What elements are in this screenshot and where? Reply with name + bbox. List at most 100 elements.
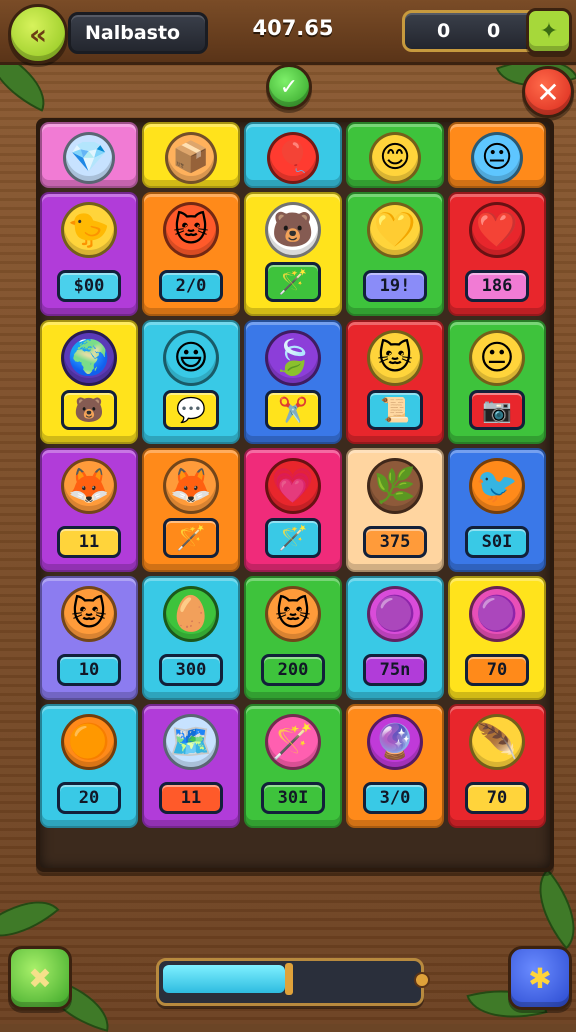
counter-right: 0: [487, 20, 501, 42]
leaf-badge-icon: ✓: [279, 74, 299, 100]
star-person-icon: ✱: [528, 961, 552, 995]
player-name: Nalbasto: [85, 22, 181, 44]
cowboy-cat-icon: 🐱: [163, 202, 219, 258]
board-tile[interactable]: 🦊 🪄: [142, 448, 240, 572]
board-tile[interactable]: 🎈: [244, 122, 342, 188]
progress-marker: [285, 963, 293, 995]
purple-ring-icon: 🟣: [367, 586, 423, 642]
close-button[interactable]: ✕: [522, 66, 574, 118]
board-tile[interactable]: 🐻 🪄: [244, 192, 342, 316]
board-tile[interactable]: 🔮 3/0: [346, 704, 444, 828]
progress-bar: [156, 958, 424, 1006]
board-tile[interactable]: 🪄 30I: [244, 704, 342, 828]
hint-button[interactable]: ✓: [266, 64, 312, 110]
progress-fill: [163, 965, 285, 993]
back-button[interactable]: «: [8, 4, 68, 64]
board-tile[interactable]: 🐱 📜: [346, 320, 444, 444]
pink-pick-icon: 🪄: [265, 714, 321, 770]
white-bear-icon: 🐻: [265, 202, 321, 258]
tile-value-label: 19!: [363, 270, 427, 302]
star-badge-button[interactable]: ✦: [526, 8, 572, 54]
board-tile[interactable]: 🍃 ✂️: [244, 320, 342, 444]
close-icon: ✕: [536, 75, 560, 109]
crystal-icon: 💎: [63, 132, 115, 184]
board-tile[interactable]: 🟣 75n: [346, 576, 444, 700]
board-tile[interactable]: ❤️ 186: [448, 192, 546, 316]
bear-icon: 🐻: [61, 390, 117, 430]
blue-face-icon: 😐: [471, 132, 523, 184]
orange-bird-icon: 🐦: [469, 458, 525, 514]
balloon-icon: 🎈: [267, 132, 319, 184]
player-name-panel: Nalbasto: [68, 12, 208, 54]
tile-value-label: 20: [57, 782, 121, 814]
heart-icon: 💗: [265, 458, 321, 514]
board-tile[interactable]: 🦊 11: [40, 448, 138, 572]
board-tile[interactable]: 🐦 S0I: [448, 448, 546, 572]
heart-icon: ❤️: [469, 202, 525, 258]
board-tile[interactable]: 🌍 🐻: [40, 320, 138, 444]
scissors-icon: ✂️: [265, 390, 321, 430]
cat-icon: 🐱: [61, 586, 117, 642]
board-tile[interactable]: 🟠 20: [40, 704, 138, 828]
board-tile[interactable]: 🌿 375: [346, 448, 444, 572]
cat-icon: 🐱: [265, 586, 321, 642]
tile-value-label: 3/0: [363, 782, 427, 814]
wand-icon: 🪄: [265, 262, 321, 302]
board-tile[interactable]: 💛 19!: [346, 192, 444, 316]
leaf-icon: 🍃: [265, 330, 321, 386]
tile-value-label: 200: [261, 654, 325, 686]
shuffle-button[interactable]: ✖: [8, 946, 72, 1010]
board-tile[interactable]: 🐱 200: [244, 576, 342, 700]
board-tile[interactable]: 😃 💬: [142, 320, 240, 444]
pink-blob-icon: 🟣: [469, 586, 525, 642]
tile-value-label: 70: [465, 654, 529, 686]
cat-slash-icon: 🐱: [367, 330, 423, 386]
orange-ball-icon: 🟠: [61, 714, 117, 770]
tile-value-label: 2/0: [159, 270, 223, 302]
board-tile[interactable]: 🥚 300: [142, 576, 240, 700]
speech-icon: 💬: [163, 390, 219, 430]
golden-feather-icon: 🪶: [469, 714, 525, 770]
powerup-button[interactable]: ✱: [508, 946, 572, 1010]
heart-fruit-icon: 💛: [367, 202, 423, 258]
board-tile[interactable]: 📦: [142, 122, 240, 188]
board-tile[interactable]: 🟣 70: [448, 576, 546, 700]
board-tile[interactable]: 😊: [346, 122, 444, 188]
wand-icon: 🪄: [265, 518, 321, 558]
purple-gem-icon: 🔮: [367, 714, 423, 770]
board-tile[interactable]: 🪶 70: [448, 704, 546, 828]
back-arrow-icon: «: [28, 17, 48, 51]
yellow-face-icon: 😐: [469, 330, 525, 386]
board-tile[interactable]: 🐤 $00: [40, 192, 138, 316]
board-tile[interactable]: 😐: [448, 122, 546, 188]
scroll-icon: 📜: [367, 390, 423, 430]
tile-value-label: 10: [57, 654, 121, 686]
crate-icon: 📦: [165, 132, 217, 184]
chick-icon: 🐤: [61, 202, 117, 258]
tile-value-label: 300: [159, 654, 223, 686]
tile-value-label: 11: [159, 782, 223, 814]
tile-value-label: 11: [57, 526, 121, 558]
camera-icon: 📷: [469, 390, 525, 430]
top-bar: « Nalbasto 407.65 0 0 ✦: [0, 0, 576, 65]
globe-icon: 🌍: [61, 330, 117, 386]
board-tile[interactable]: 🗺️ 11: [142, 704, 240, 828]
wand-icon: 🪄: [163, 518, 219, 558]
tile-value-label: 30I: [261, 782, 325, 814]
fox-icon: 🦊: [61, 458, 117, 514]
smiley-icon: 😊: [369, 132, 421, 184]
cross-swords-icon: ✖: [28, 961, 52, 995]
progress-end-knob: [414, 972, 430, 988]
board-tile[interactable]: 🐱 2/0: [142, 192, 240, 316]
tile-value-label: $00: [57, 270, 121, 302]
tile-value-label: 75n: [363, 654, 427, 686]
tile-value-label: S0I: [465, 526, 529, 558]
blue-monster-icon: 😃: [163, 330, 219, 386]
board-tile[interactable]: 😐 📷: [448, 320, 546, 444]
striped-egg-icon: 🥚: [163, 586, 219, 642]
board-tile[interactable]: 💎: [40, 122, 138, 188]
board-tile[interactable]: 💗 🪄: [244, 448, 342, 572]
counter-left: 0: [437, 20, 451, 42]
board-tile[interactable]: 🐱 10: [40, 576, 138, 700]
score-display: 407.65: [252, 16, 334, 40]
